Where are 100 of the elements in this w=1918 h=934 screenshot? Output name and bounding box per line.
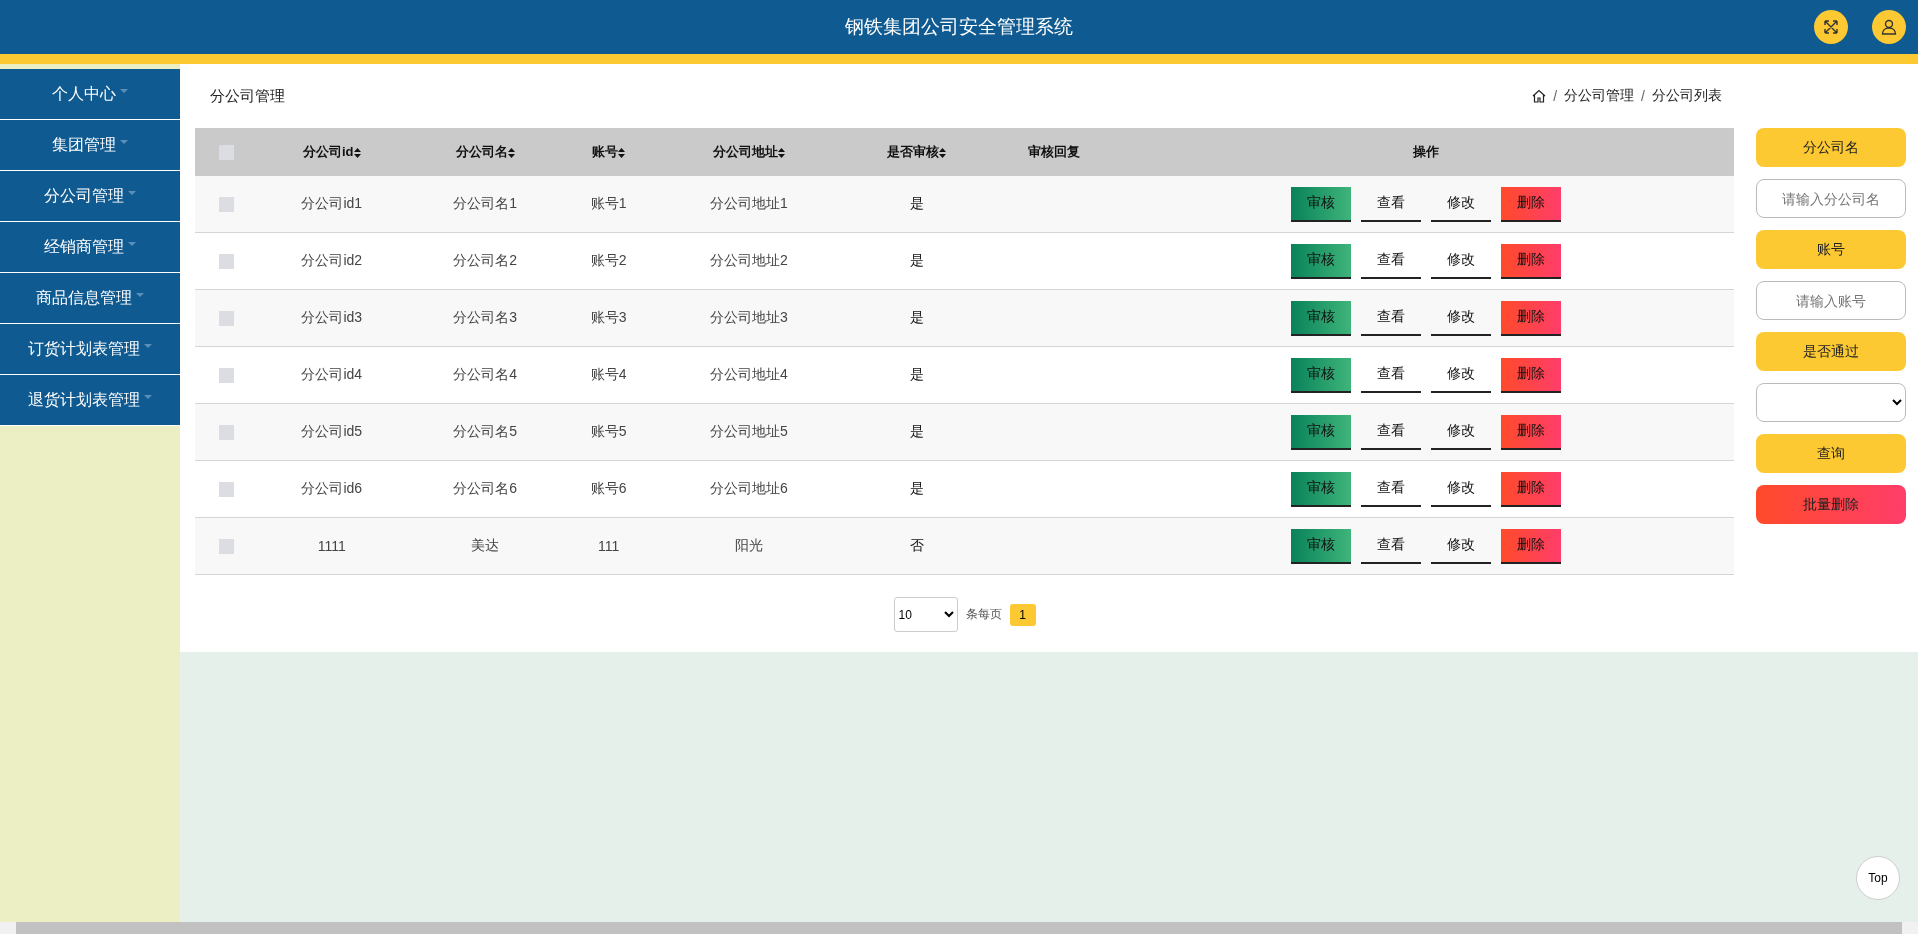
- audit-button[interactable]: 审核: [1291, 186, 1352, 222]
- delete-button[interactable]: 删除: [1501, 300, 1562, 336]
- row-checkbox[interactable]: [218, 482, 234, 498]
- action-button[interactable]: 查看: [1361, 300, 1422, 336]
- action-button[interactable]: 修改: [1431, 300, 1492, 336]
- caret-icon: [144, 395, 152, 399]
- action-button[interactable]: 修改: [1431, 243, 1492, 279]
- delete-button[interactable]: 删除: [1501, 528, 1562, 564]
- audit-button[interactable]: 审核: [1291, 243, 1352, 279]
- row-checkbox[interactable]: [218, 311, 234, 327]
- row-checkbox[interactable]: [218, 425, 234, 441]
- audit-button[interactable]: 审核: [1291, 300, 1352, 336]
- audit-button[interactable]: 审核: [1291, 357, 1352, 393]
- table-cell: 账号5: [563, 403, 654, 461]
- app-title: 钢铁集团公司安全管理系统: [845, 15, 1073, 39]
- filter-label: 是否通过: [1756, 332, 1906, 371]
- user-icon: [1881, 19, 1897, 35]
- search-button[interactable]: 查询: [1756, 434, 1906, 473]
- delete-button[interactable]: 删除: [1501, 243, 1562, 279]
- sort-icon[interactable]: [777, 147, 785, 158]
- table-cell: 分公司地址4: [653, 346, 844, 404]
- table-cell: 账号2: [563, 232, 654, 290]
- select-all-checkbox[interactable]: [218, 145, 234, 161]
- table-cell: 分公司地址2: [653, 232, 844, 290]
- sidebar-item[interactable]: 集团管理: [0, 120, 180, 171]
- action-button[interactable]: 修改: [1431, 357, 1492, 393]
- action-button[interactable]: 查看: [1361, 528, 1422, 564]
- batch-delete-button[interactable]: 批量删除: [1756, 485, 1906, 524]
- breadcrumb-separator: /: [1641, 88, 1645, 104]
- table-cell: 分公司名2: [406, 232, 564, 290]
- input-field[interactable]: 请输入账号: [1756, 281, 1906, 320]
- breadcrumb-link[interactable]: 分公司管理: [1564, 87, 1635, 105]
- expand-arrows-icon: [1823, 19, 1839, 35]
- delete-button[interactable]: 删除: [1501, 357, 1562, 393]
- column-header[interactable]: 分公司地址: [653, 128, 844, 176]
- sort-icon[interactable]: [353, 147, 361, 158]
- page-button[interactable]: 1: [1009, 603, 1036, 626]
- sidebar-item[interactable]: 订货计划表管理: [0, 324, 180, 375]
- page-title: 分公司管理: [210, 86, 285, 106]
- filter-select[interactable]: [1756, 383, 1906, 422]
- table-cell: 账号6: [563, 460, 654, 518]
- action-button[interactable]: 查看: [1361, 186, 1422, 222]
- user-button[interactable]: [1872, 10, 1906, 44]
- delete-button[interactable]: 删除: [1501, 471, 1562, 507]
- column-header[interactable]: 分公司名: [406, 128, 564, 176]
- action-button[interactable]: 查看: [1361, 357, 1422, 393]
- caret-icon: [120, 89, 128, 93]
- filter-label: 账号: [1756, 230, 1906, 269]
- fullscreen-button[interactable]: [1814, 10, 1848, 44]
- sort-icon[interactable]: [939, 147, 947, 158]
- sidebar-item[interactable]: 经销商管理: [0, 222, 180, 273]
- table-cell: 美达: [406, 517, 564, 575]
- audit-button[interactable]: 审核: [1291, 528, 1352, 564]
- sidebar-item[interactable]: 个人中心: [0, 69, 180, 120]
- sort-icon[interactable]: [507, 147, 515, 158]
- table-cell: 账号1: [563, 176, 654, 233]
- action-button[interactable]: 修改: [1431, 471, 1492, 507]
- action-button[interactable]: 修改: [1431, 414, 1492, 450]
- caret-icon: [128, 191, 136, 195]
- row-checkbox[interactable]: [218, 197, 234, 213]
- filter-label: 分公司名: [1756, 128, 1906, 167]
- sort-icon[interactable]: [618, 147, 626, 158]
- action-button[interactable]: 查看: [1361, 471, 1422, 507]
- table-cell: 是: [844, 176, 990, 233]
- table-cell: 分公司名3: [406, 289, 564, 347]
- table-cell: 分公司名5: [406, 403, 564, 461]
- audit-button[interactable]: 审核: [1291, 414, 1352, 450]
- table-cell: 分公司id3: [257, 289, 407, 347]
- horizontal-scrollbar[interactable]: [0, 922, 1918, 934]
- table-cell: 账号4: [563, 346, 654, 404]
- per-page-label: 条每页: [965, 606, 1002, 623]
- breadcrumb-link[interactable]: 分公司列表: [1652, 87, 1722, 105]
- row-checkbox[interactable]: [218, 539, 234, 555]
- table-cell: 分公司id2: [257, 232, 407, 290]
- caret-icon: [136, 293, 144, 297]
- action-button[interactable]: 修改: [1431, 528, 1492, 564]
- delete-button[interactable]: 删除: [1501, 186, 1562, 222]
- table-cell: 分公司id5: [257, 403, 407, 461]
- action-button[interactable]: 查看: [1361, 243, 1422, 279]
- column-header[interactable]: 账号: [563, 128, 654, 176]
- row-checkbox[interactable]: [218, 254, 234, 270]
- column-header: 操作: [1118, 128, 1734, 176]
- home-icon[interactable]: [1532, 89, 1547, 103]
- page-size-select[interactable]: 10: [893, 597, 958, 632]
- sidebar-item[interactable]: 分公司管理: [0, 171, 180, 222]
- delete-button[interactable]: 删除: [1501, 414, 1562, 450]
- column-header[interactable]: 分公司id: [257, 128, 407, 176]
- row-checkbox[interactable]: [218, 368, 234, 384]
- input-field[interactable]: 请输入分公司名: [1756, 179, 1906, 218]
- column-header[interactable]: 是否审核: [844, 128, 990, 176]
- table-cell: 分公司id1: [257, 176, 407, 233]
- audit-button[interactable]: 审核: [1291, 471, 1352, 507]
- table-cell: 是: [844, 289, 990, 347]
- action-button[interactable]: 查看: [1361, 414, 1422, 450]
- caret-icon: [128, 242, 136, 246]
- sidebar-item[interactable]: 商品信息管理: [0, 273, 180, 324]
- action-button[interactable]: 修改: [1431, 186, 1492, 222]
- caret-icon: [120, 140, 128, 144]
- back-to-top-button[interactable]: Top: [1856, 856, 1900, 900]
- sidebar-item[interactable]: 退货计划表管理: [0, 375, 180, 426]
